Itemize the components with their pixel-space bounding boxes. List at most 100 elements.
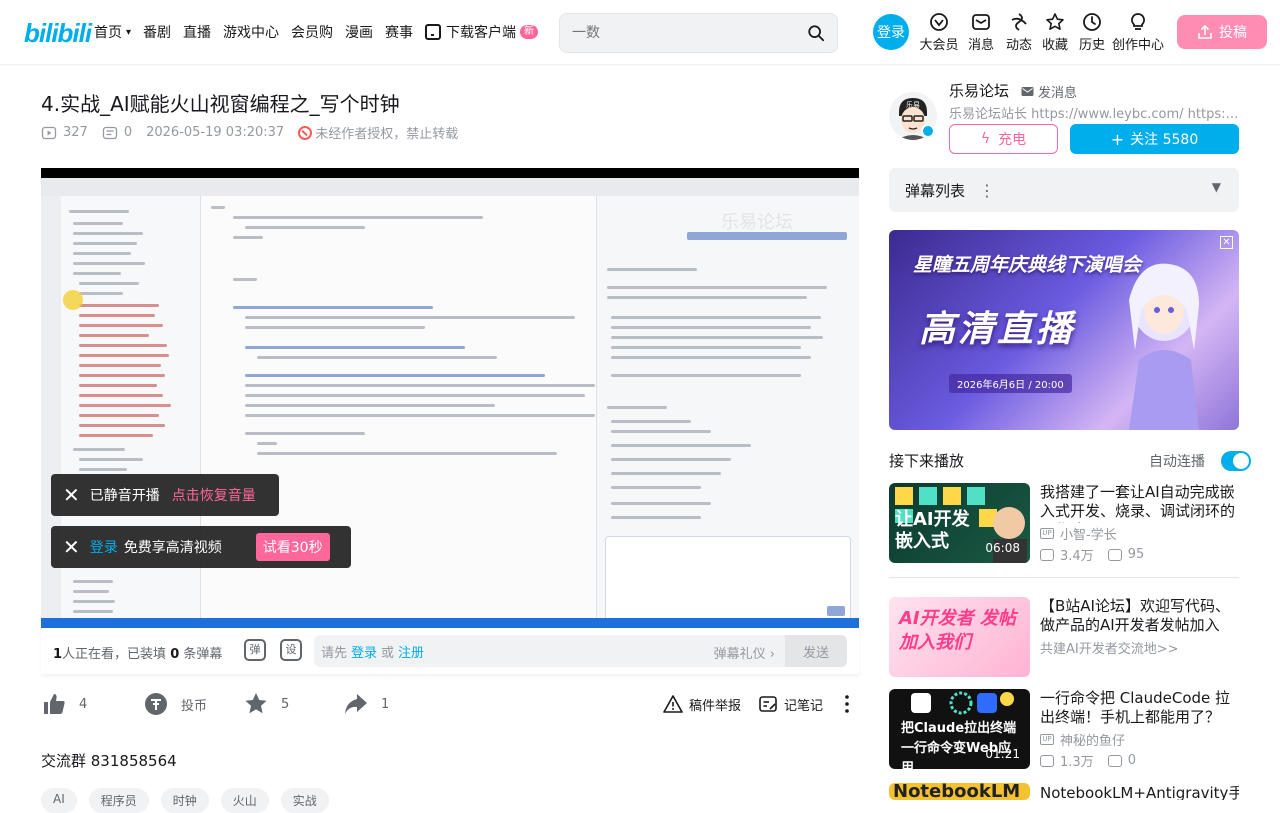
tag-item[interactable]: 火山 [220, 788, 269, 813]
video-thumbnail[interactable]: 让AI开发嵌入式 06:08 [889, 483, 1030, 563]
top-header: bilibili 首页 ▾ 番剧 直播 游戏中心 会员购 漫画 赛事 下载客户端 … [0, 0, 1280, 64]
like-button[interactable]: 4 [41, 691, 87, 717]
favorite-count: 5 [281, 696, 290, 712]
header-icons: 大会员 消息 动态 收藏 历史 创作中心 [918, 12, 1166, 53]
nav-home[interactable]: 首页 ▾ [94, 22, 131, 42]
recommendation-uploader[interactable]: UP 小智-学长 [1040, 524, 1117, 543]
danmaku-settings-icon[interactable]: 设 [280, 639, 302, 661]
tag-item[interactable]: AI [41, 788, 77, 813]
lightning-icon: ϟ [980, 131, 991, 147]
autoplay-toggle[interactable]: 自动连播 [1149, 451, 1251, 471]
avatar-text: 乐易 [906, 100, 920, 109]
dynamic-button[interactable]: 动态 [1002, 12, 1036, 53]
recommendation-item[interactable]: 把Claude拉出终端 一行命令变Web应用 01:21 一行命令把 Claud… [889, 689, 1239, 770]
ad-banner[interactable]: 星瞳五周年庆典线下演唱会 高清直播 2026年6月6日 / 20:00 ✕ [889, 230, 1239, 430]
danmaku-icon [1107, 548, 1122, 561]
follow-button[interactable]: + 关注 5580 [1070, 124, 1239, 154]
video-frame-topbar [41, 178, 859, 196]
danmaku-etiquette-link[interactable]: 弹幕礼仪 › [714, 643, 775, 662]
close-icon[interactable]: ✕ [63, 483, 80, 507]
promo-link[interactable]: 共建AI开发者交流地>> [1040, 638, 1179, 657]
unmute-link[interactable]: 点击恢复音量 [172, 485, 256, 505]
note-icon [759, 696, 777, 712]
forbidden-icon [298, 125, 313, 140]
history-button[interactable]: 历史 [1074, 12, 1110, 53]
recommendation-item[interactable]: AI开发者 发帖加入我们 【B站AI论坛】欢迎写代码、做产品的AI开发者发帖加入… [889, 597, 1239, 677]
copyright-notice: 未经作者授权，禁止转载 [298, 123, 458, 142]
report-button[interactable]: 稿件举报 [663, 694, 741, 714]
dynamic-label: 动态 [1005, 38, 1032, 53]
upload-button[interactable]: 投稿 [1177, 15, 1267, 49]
close-icon[interactable]: ✕ [1220, 236, 1233, 249]
download-label: 下载客户端 [446, 25, 517, 41]
message-button[interactable]: 消息 [960, 12, 1002, 53]
muted-toast[interactable]: ✕ 已静音开播 点击恢复音量 [51, 474, 279, 516]
loaded-danmaku-count: 0 [170, 647, 180, 662]
autoplay-label: 自动连播 [1149, 454, 1205, 470]
nav-esports-label: 赛事 [385, 25, 414, 41]
search-input[interactable] [572, 25, 807, 41]
mail-icon [1021, 87, 1034, 96]
vip-button[interactable]: 大会员 [918, 12, 960, 53]
danmaku-list-panel[interactable]: 弹幕列表 ⋮ ▼ [889, 168, 1239, 212]
play-icon [1040, 548, 1054, 561]
search-icon[interactable] [807, 24, 825, 42]
try-30s-button[interactable]: 试看30秒 [255, 533, 330, 561]
danmaku-toggle-icon[interactable]: 弹 [244, 639, 266, 661]
more-vertical-icon[interactable]: ⋮ [979, 181, 995, 200]
charge-button[interactable]: ϟ 充电 [949, 124, 1058, 154]
download-icon [425, 24, 442, 40]
input-register-link[interactable]: 注册 [398, 642, 424, 661]
video-thumbnail[interactable]: 把Claude拉出终端 一行命令变Web应用 01:21 [889, 689, 1030, 769]
nav-download-client[interactable]: 下载客户端 新 [425, 22, 539, 42]
send-button[interactable]: 发送 [785, 635, 847, 667]
bilibili-logo[interactable]: bilibili [24, 18, 92, 49]
notes-label: 记笔记 [784, 698, 824, 714]
more-options-icon[interactable] [845, 694, 849, 714]
login-avatar-button[interactable]: 登录 [873, 14, 909, 50]
toggle-switch-icon[interactable] [1221, 451, 1251, 471]
danmaku-count-value: 0 [123, 125, 133, 140]
coin-button[interactable]: 投币 [143, 691, 207, 717]
nav-mall[interactable]: 会员购 [291, 22, 333, 42]
play-count-icon [41, 126, 57, 139]
recommendation-item[interactable]: 让AI开发嵌入式 06:08 我搭建了一套让AI自动完成嵌入式开发、烧录、调试闭… [889, 483, 1239, 564]
nav-manga[interactable]: 漫画 [345, 22, 373, 42]
creator-center-button[interactable]: 创作中心 [1110, 12, 1166, 53]
favorite-button[interactable]: 收藏 [1036, 12, 1074, 53]
toast-login-link[interactable]: 登录 [90, 537, 118, 557]
nav-anime[interactable]: 番剧 [143, 22, 171, 42]
recommendation-item[interactable]: NotebookLM NotebookLM+Antigravity手把 [889, 783, 1239, 800]
login-hd-toast[interactable]: ✕ 登录 免费享高清视频 试看30秒 [51, 526, 351, 568]
close-icon[interactable]: ✕ [63, 535, 80, 559]
video-description: 交流群 831858564 [41, 752, 177, 770]
nav-game-center[interactable]: 游戏中心 [223, 22, 279, 42]
nav-live[interactable]: 直播 [183, 22, 211, 42]
recommendation-uploader[interactable]: 共建AI开发者交流地>> [1040, 638, 1179, 657]
video-thumbnail[interactable]: NotebookLM [889, 783, 1030, 800]
tag-item[interactable]: 程序员 [88, 788, 149, 813]
video-thumbnail[interactable]: AI开发者 发帖加入我们 [889, 597, 1030, 677]
uploader-name[interactable]: 乐易论坛 [949, 80, 1009, 101]
notes-button[interactable]: 记笔记 [758, 694, 823, 714]
recommendation-title[interactable]: NotebookLM+Antigravity手把 [1040, 784, 1239, 800]
plus-icon: + [1110, 129, 1125, 149]
recommendation-uploader[interactable]: UP 神秘的鱼仔 [1040, 730, 1125, 749]
recommendation-title[interactable]: 【B站AI论坛】欢迎写代码、做产品的AI开发者发帖加入 [1040, 597, 1239, 635]
copyright-label: 未经作者授权，禁止转载 [315, 127, 459, 142]
recommendation-title[interactable]: 我搭建了一套让AI自动完成嵌入式开发、烧录、调试闭环的工作流 [1040, 483, 1239, 523]
nav-esports[interactable]: 赛事 [385, 22, 413, 42]
recommendation-stats: 1.3万 0 [1040, 751, 1136, 770]
lightbulb-icon [1131, 13, 1145, 30]
tag-item[interactable]: 实战 [280, 788, 329, 813]
tag-item[interactable]: 时钟 [160, 788, 209, 813]
input-login-link[interactable]: 登录 [351, 642, 377, 661]
send-message-link[interactable]: 发消息 [1021, 82, 1077, 101]
favorite-button[interactable]: 5 [243, 691, 289, 717]
recommendation-title[interactable]: 一行命令把 ClaudeCode 拉出终端！手机上都能用了？ [1040, 689, 1239, 727]
share-button[interactable]: 1 [343, 691, 389, 717]
danmaku-input[interactable]: 请先 登录 或 注册 弹幕礼仪 › [314, 635, 847, 667]
search-bar [559, 13, 838, 53]
chevron-down-icon[interactable]: ▼ [1212, 180, 1221, 194]
divider [889, 577, 1239, 578]
